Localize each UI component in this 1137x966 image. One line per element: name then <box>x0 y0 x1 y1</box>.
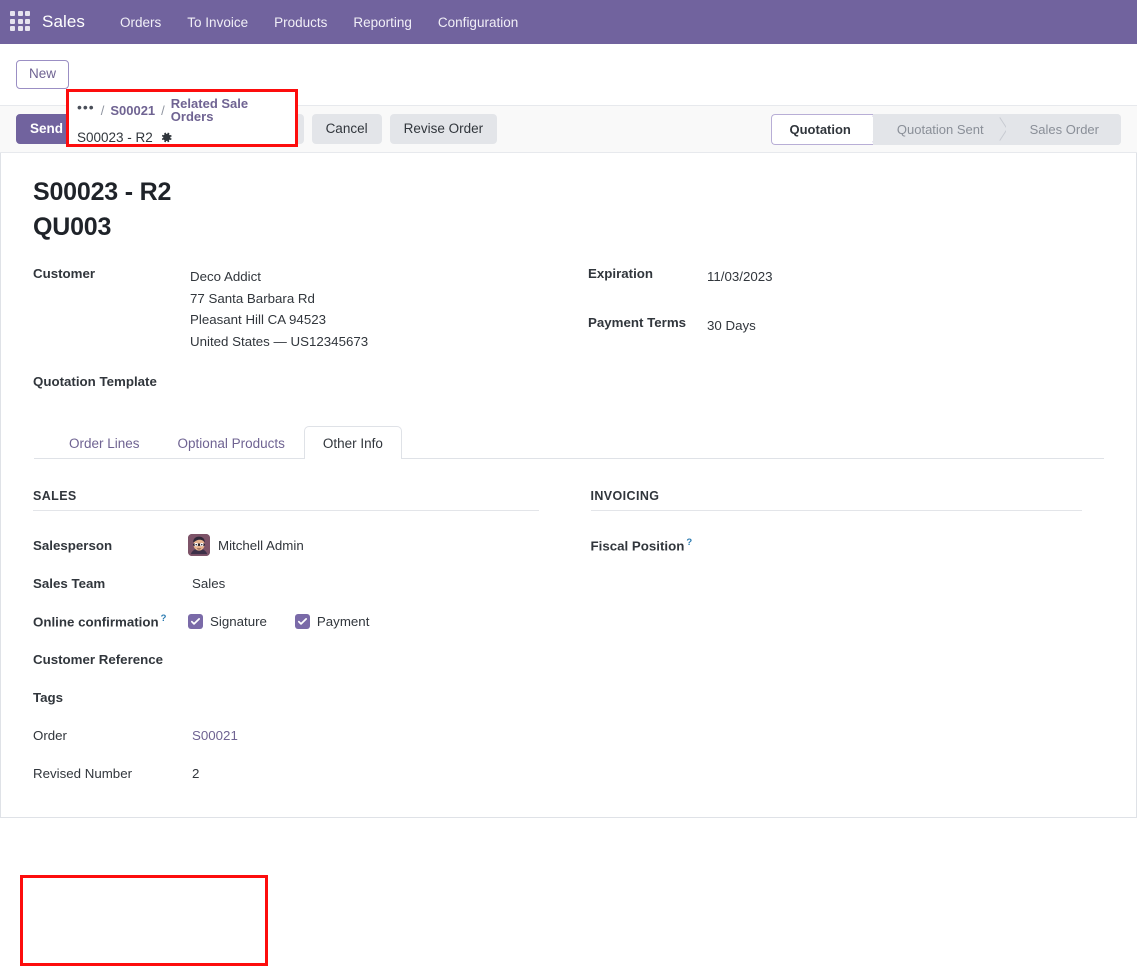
field-customer-reference: Customer Reference <box>33 645 539 673</box>
field-sales-team: Sales Team Sales <box>33 569 539 597</box>
app-brand-sales[interactable]: Sales <box>42 12 85 32</box>
field-sales-team-value[interactable]: Sales <box>188 576 225 591</box>
salesperson-name: Mitchell Admin <box>218 537 304 553</box>
top-navbar: Sales Orders To Invoice Products Reporti… <box>0 0 1137 44</box>
breadcrumb-current: S00023 - R2 <box>77 130 289 145</box>
breadcrumb-separator: / <box>100 102 105 118</box>
tab-order-lines[interactable]: Order Lines <box>50 426 159 459</box>
field-order: Order S00021 <box>33 721 539 749</box>
nav-item-products[interactable]: Products <box>261 11 340 34</box>
field-expiration: Expiration 11/03/2023 <box>588 264 1104 288</box>
breadcrumb-path: ••• / S00021 / Related Sale Orders <box>77 97 289 123</box>
form-sheet: S00023 - R2 QU003 Customer Deco Addict 7… <box>0 153 1137 966</box>
status-stage-quotation[interactable]: Quotation <box>770 113 873 145</box>
gear-icon[interactable] <box>160 131 173 144</box>
field-salesperson-value[interactable]: Mitchell Admin <box>188 534 304 557</box>
revise-order-button[interactable]: Revise Order <box>389 113 498 145</box>
nav-item-configuration[interactable]: Configuration <box>425 11 531 34</box>
field-payment-terms-value[interactable]: 30 Days <box>707 313 756 337</box>
form-page: S00023 - R2 QU003 Customer Deco Addict 7… <box>0 153 1137 966</box>
customer-name[interactable]: Deco Addict <box>190 266 368 288</box>
status-pipeline: Quotation Quotation Sent Sales Order <box>770 113 1121 145</box>
page-title: S00023 - R2 QU003 <box>33 175 1104 244</box>
customer-address-line-2: Pleasant Hill CA 94523 <box>190 312 327 328</box>
cancel-button[interactable]: Cancel <box>311 113 382 145</box>
customer-address-line-3: United States — US12345673 <box>190 333 369 349</box>
nav-item-to-invoice[interactable]: To Invoice <box>174 11 261 34</box>
tab-other-info[interactable]: Other Info <box>303 426 402 460</box>
breadcrumb: ••• / S00021 / Related Sale Orders S0002… <box>66 89 298 147</box>
page-title-line-1: S00023 - R2 <box>33 178 172 206</box>
field-payment-terms: Payment Terms 30 Days <box>588 313 1104 337</box>
group-invoicing: INVOICING Fiscal Position? <box>569 489 1105 797</box>
field-order-value[interactable]: S00021 <box>188 728 238 743</box>
field-customer: Customer Deco Addict 77 Santa Barbara Rd… <box>33 264 585 352</box>
nav-item-orders[interactable]: Orders <box>107 11 174 34</box>
group-invoicing-title: INVOICING <box>590 489 1082 512</box>
fiscal-position-label-text: Fiscal Position <box>590 538 685 554</box>
field-salesperson: Salesperson Mitchell Admin <box>33 531 539 559</box>
breadcrumb-link-related-sale-orders[interactable]: Related Sale Orders <box>171 97 289 123</box>
field-tags: Tags <box>33 683 539 711</box>
customer-address-line-1: 77 Santa Barbara Rd <box>190 290 315 306</box>
checkbox-payment[interactable]: Payment <box>294 613 370 629</box>
avatar <box>188 534 210 557</box>
field-quotation-template-value[interactable] <box>185 372 190 374</box>
apps-grid-icon[interactable] <box>10 11 32 33</box>
checkbox-payment-label: Payment <box>316 613 370 629</box>
field-tags-label: Tags <box>33 689 64 705</box>
online-confirmation-options: Signature Payment <box>188 613 389 629</box>
checkbox-signature-box[interactable] <box>188 613 203 629</box>
checkbox-payment-box[interactable] <box>294 613 310 629</box>
nav-item-reporting[interactable]: Reporting <box>340 11 425 34</box>
field-expiration-value[interactable]: 11/03/2023 <box>707 264 773 288</box>
header-fields-right: Expiration 11/03/2023 Payment Terms 30 D… <box>585 264 1104 396</box>
tab-pane-other-info: SALES Salesperson Mitchell Admin Sales T… <box>33 459 1104 797</box>
status-stage-sales-order[interactable]: Sales Order <box>1005 113 1121 145</box>
online-confirmation-label-text: Online confirmation <box>33 614 159 630</box>
field-customer-reference-label: Customer Reference <box>33 651 164 667</box>
tab-optional-products[interactable]: Optional Products <box>159 426 304 459</box>
checkbox-signature-label: Signature <box>210 613 267 629</box>
field-online-confirmation: Online confirmation? Signature Payment <box>33 607 539 635</box>
breadcrumb-current-label: S00023 - R2 <box>77 130 153 145</box>
field-sales-team-label: Sales Team <box>33 575 106 591</box>
field-revised-number-label: Revised Number <box>33 765 133 781</box>
field-fiscal-position-label: Fiscal Position? <box>591 537 751 553</box>
group-sales-title: SALES <box>33 489 539 512</box>
field-customer-value: Deco Addict 77 Santa Barbara Rd Pleasant… <box>185 264 368 352</box>
field-quotation-template: Quotation Template <box>33 372 585 389</box>
field-revised-number-value[interactable]: 2 <box>188 766 199 781</box>
new-button[interactable]: New <box>16 60 70 89</box>
status-stage-quotation-sent[interactable]: Quotation Sent <box>872 113 1006 145</box>
breadcrumb-link-parent[interactable]: S00021 <box>110 104 155 117</box>
checkbox-signature[interactable]: Signature <box>188 613 267 629</box>
breadcrumb-overflow-icon[interactable]: ••• <box>77 100 95 114</box>
group-sales: SALES Salesperson Mitchell Admin Sales T… <box>33 489 569 797</box>
field-salesperson-label: Salesperson <box>33 537 113 553</box>
field-order-label: Order <box>33 727 67 743</box>
highlight-box-order-fields <box>20 875 268 966</box>
header-fields: Customer Deco Addict 77 Santa Barbara Rd… <box>33 264 1104 396</box>
field-online-confirmation-label: Online confirmation? <box>33 613 188 629</box>
field-customer-label: Customer <box>33 266 96 281</box>
page-title-line-2: QU003 <box>33 212 112 241</box>
field-revised-number: Revised Number 2 <box>33 759 539 787</box>
header-fields-left: Customer Deco Addict 77 Santa Barbara Rd… <box>33 264 585 396</box>
field-quotation-template-label: Quotation Template <box>33 374 157 390</box>
breadcrumb-separator-2: / <box>161 102 165 118</box>
field-expiration-label: Expiration <box>588 266 654 281</box>
help-icon-online-confirmation[interactable]: ? <box>161 613 167 624</box>
field-fiscal-position: Fiscal Position? <box>591 531 1083 559</box>
notebook-tabs: Order Lines Optional Products Other Info <box>34 426 1104 460</box>
field-payment-terms-label: Payment Terms <box>588 314 687 330</box>
control-panel: New ••• / S00021 / Related Sale Orders S… <box>0 44 1137 147</box>
help-icon-fiscal-position[interactable]: ? <box>686 537 692 548</box>
